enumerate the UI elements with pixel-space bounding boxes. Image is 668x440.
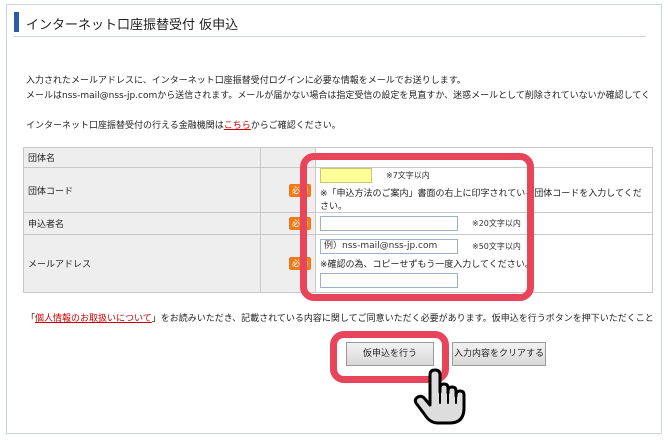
- privacy-bracket-close: 」: [151, 314, 161, 324]
- institutions-text: インターネット口座振替受付の行える金融機関は: [26, 121, 224, 131]
- intro-line-2: メールはnss-mail@nss-jp.comから送信されます。メールが届かない…: [26, 91, 651, 101]
- intro-line-3: インターネット口座振替受付の行える金融機関はこちらからご確認ください。: [26, 118, 341, 131]
- org-name-label: 団体名: [23, 147, 261, 168]
- privacy-text: をお読みいただき、記載されている内容に関してご同意いただく必要があります。仮申込…: [160, 314, 654, 324]
- privacy-statement: 「個人情報のお取扱いについて」をお読みいただき、記載されている内容に関してご同意…: [26, 311, 654, 324]
- page-title: インターネット口座振替受付 仮申込: [26, 18, 239, 33]
- institutions-suffix: からご確認ください。: [250, 121, 341, 131]
- institutions-link[interactable]: こちら: [224, 121, 251, 131]
- applicant-label: 申込者名: [23, 212, 261, 235]
- privacy-policy-link[interactable]: 個人情報のお取扱いについて: [35, 314, 152, 324]
- clear-button[interactable]: 入力内容をクリアする: [452, 342, 546, 366]
- page-header: インターネット口座振替受付 仮申込: [14, 10, 646, 37]
- hand-pointer-icon: [412, 368, 466, 430]
- org-code-label: 団体コード: [23, 167, 261, 213]
- intro-line-1: 入力されたメールアドレスに、インターネット口座振替受付ログインに必要な情報をメー…: [26, 76, 466, 86]
- title-accent-bar: [14, 12, 19, 32]
- email-label: メールアドレス: [23, 234, 261, 293]
- privacy-bracket-open: 「: [26, 314, 36, 324]
- form-input-highlight: [300, 153, 534, 301]
